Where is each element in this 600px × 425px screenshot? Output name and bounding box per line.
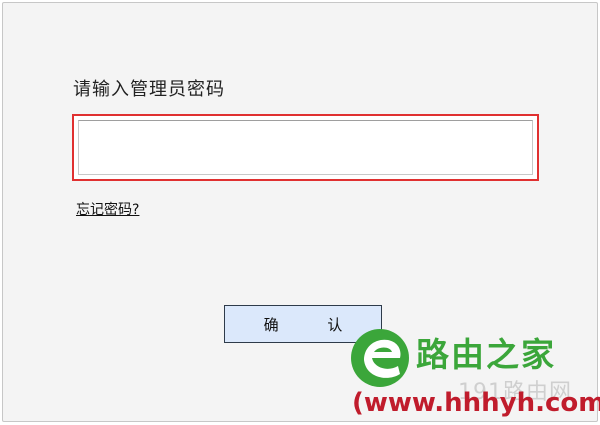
watermark: 路由之家 191路由网 (www.hhhyh.com) <box>348 322 600 425</box>
leaf-e-logo-icon <box>351 329 409 387</box>
password-field-highlight <box>72 114 539 181</box>
password-input[interactable] <box>78 120 533 175</box>
watermark-url: (www.hhhyh.com) <box>352 388 600 418</box>
watermark-name: 路由之家 <box>416 335 556 374</box>
password-prompt: 请输入管理员密码 <box>73 79 225 100</box>
forgot-password-link[interactable]: 忘记密码? <box>76 199 139 219</box>
